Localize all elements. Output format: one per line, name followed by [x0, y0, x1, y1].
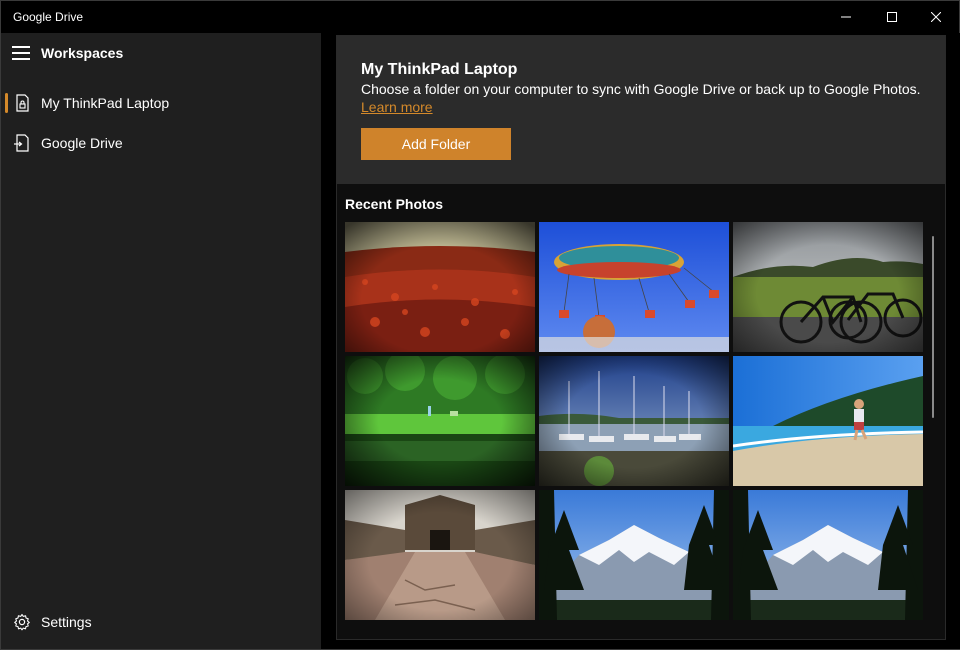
photo-thumbnail[interactable] — [345, 222, 535, 352]
photos-scrollbar[interactable] — [932, 236, 934, 418]
photo-thumbnail[interactable] — [539, 490, 729, 620]
recent-photos-grid — [345, 222, 925, 622]
sidebar-item-my-thinkpad-laptop[interactable]: My ThinkPad Laptop — [1, 83, 321, 123]
sidebar-item-settings[interactable]: Settings — [1, 602, 321, 642]
photo-thumbnail[interactable] — [539, 222, 729, 352]
sidebar: Workspaces My ThinkPad Laptop Google Dri… — [1, 33, 321, 649]
close-icon — [931, 12, 941, 22]
workspace-card: My ThinkPad Laptop Choose a folder on yo… — [336, 35, 946, 640]
bicycle-in-field-image — [733, 222, 923, 352]
workspace-header: My ThinkPad Laptop Choose a folder on yo… — [337, 36, 945, 184]
snowy-mountain-image — [539, 490, 729, 620]
fort-gate-ruins-image — [345, 490, 535, 620]
photo-thumbnail[interactable] — [539, 356, 729, 486]
maximize-icon — [887, 12, 897, 22]
maximize-button[interactable] — [869, 1, 915, 33]
minimize-icon — [841, 16, 851, 18]
window-title: Google Drive — [13, 10, 84, 24]
hamburger-menu-icon[interactable] — [12, 46, 30, 60]
laptop-sync-icon — [16, 94, 29, 112]
sidebar-item-label: Settings — [41, 614, 92, 630]
harbor-sailboats-image — [539, 356, 729, 486]
photo-thumbnail[interactable] — [345, 356, 535, 486]
carnival-swing-ride-image — [539, 222, 729, 352]
workspace-title: My ThinkPad Laptop — [361, 61, 518, 78]
learn-more-link[interactable]: Learn more — [361, 99, 433, 115]
workspace-description: Choose a folder on your computer to sync… — [361, 81, 921, 97]
add-folder-button[interactable]: Add Folder — [361, 128, 511, 160]
sidebar-item-google-drive[interactable]: Google Drive — [1, 123, 321, 163]
recent-photos-title: Recent Photos — [345, 196, 444, 212]
gear-icon — [14, 613, 30, 631]
close-button[interactable] — [913, 1, 959, 33]
title-bar: Google Drive — [1, 1, 959, 33]
green-pond-image — [345, 356, 535, 486]
sidebar-header: Workspaces — [1, 33, 321, 73]
photo-thumbnail[interactable] — [345, 490, 535, 620]
red-leaves-path-image — [345, 222, 535, 352]
main-content: My ThinkPad Laptop Choose a folder on yo… — [322, 33, 960, 649]
drive-sync-icon — [14, 134, 29, 152]
photo-thumbnail[interactable] — [733, 356, 923, 486]
photo-thumbnail[interactable] — [733, 222, 923, 352]
app-window: Google Drive Workspaces My ThinkPad Lapt… — [0, 0, 960, 650]
sidebar-header-label: Workspaces — [41, 45, 124, 61]
sidebar-item-label: My ThinkPad Laptop — [41, 95, 170, 111]
child-on-beach-image — [733, 356, 923, 486]
minimize-button[interactable] — [823, 1, 869, 33]
sidebar-item-label: Google Drive — [41, 135, 123, 151]
selection-indicator — [5, 93, 8, 113]
snowy-mountain-image — [733, 490, 923, 620]
photo-thumbnail[interactable] — [733, 490, 923, 620]
